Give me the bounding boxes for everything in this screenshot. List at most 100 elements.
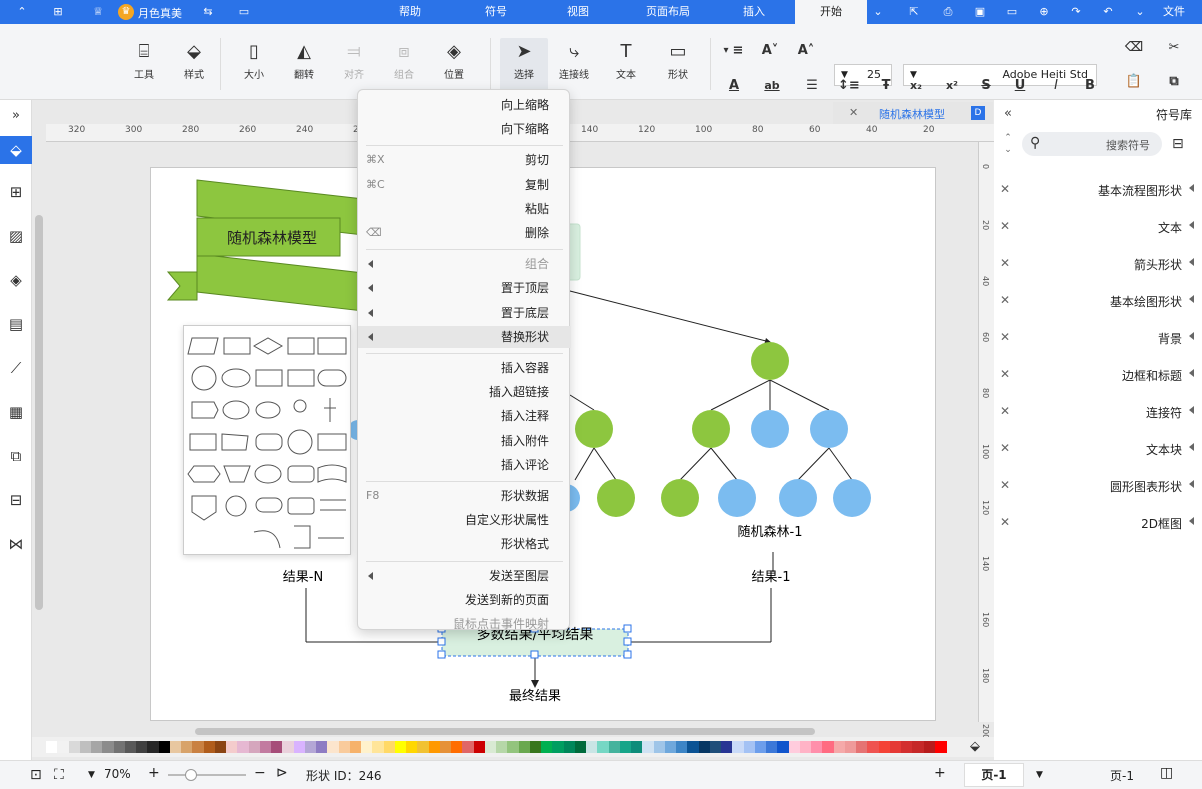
redo-icon[interactable]: ↷: [1068, 4, 1084, 20]
palette-swatch[interactable]: [214, 741, 227, 753]
palette-swatch[interactable]: [552, 741, 565, 753]
tree-node-blue[interactable]: [833, 479, 871, 517]
palette-swatch[interactable]: [597, 741, 610, 753]
context-menu-item[interactable]: 鼠标点击事件映射: [358, 613, 571, 635]
zoom-slider-knob[interactable]: [185, 769, 197, 781]
close-category-icon[interactable]: ✕: [1000, 256, 1010, 270]
context-menu-item[interactable]: 删除 ⌫: [358, 222, 571, 244]
library-category[interactable]: ✕ 连接符: [994, 394, 1202, 431]
tab-file[interactable]: 文件: [1150, 0, 1198, 24]
library-category[interactable]: ✕ 边框和标题: [994, 357, 1202, 394]
context-menu-item[interactable]: 替换形状: [358, 325, 571, 348]
palette-swatch[interactable]: [248, 741, 261, 753]
palette-swatch[interactable]: [631, 741, 643, 753]
paste-icon[interactable]: 📋: [1124, 72, 1144, 92]
palette-swatch[interactable]: [473, 741, 486, 753]
context-menu-item[interactable]: 插入注释: [358, 405, 571, 427]
palette-swatch[interactable]: [799, 741, 812, 753]
library-category[interactable]: ✕ 背景: [994, 320, 1202, 357]
palette-swatch[interactable]: [574, 741, 587, 753]
palette-swatch[interactable]: [158, 741, 171, 753]
palette-swatch[interactable]: [147, 741, 160, 753]
palette-swatch[interactable]: [833, 741, 846, 753]
library-search-input[interactable]: ⚲ 搜索符号: [1022, 132, 1162, 156]
context-menu-item[interactable]: 向下缩略: [358, 118, 571, 140]
palette-swatch[interactable]: [383, 741, 396, 753]
tree-node-green[interactable]: [751, 342, 789, 380]
palette-swatch[interactable]: [653, 741, 666, 753]
palette-swatch[interactable]: [518, 741, 531, 753]
palette-swatch[interactable]: [282, 741, 295, 753]
context-menu-item[interactable]: 形状格式: [358, 533, 571, 555]
close-category-icon[interactable]: ✕: [1000, 182, 1010, 196]
library-category[interactable]: ✕ 2D框图: [994, 505, 1202, 542]
palette-swatch[interactable]: [811, 741, 823, 753]
close-category-icon[interactable]: ✕: [1000, 330, 1010, 344]
undo-icon[interactable]: ↶: [1100, 4, 1116, 20]
palette-swatch[interactable]: [529, 741, 542, 753]
palette-swatch[interactable]: [417, 741, 430, 753]
close-category-icon[interactable]: ✕: [1000, 478, 1010, 492]
palette-swatch[interactable]: [619, 741, 632, 753]
palette-swatch[interactable]: [822, 741, 835, 753]
palette-swatch[interactable]: [372, 741, 385, 753]
copy-icon[interactable]: ⧉: [1164, 72, 1184, 92]
tree-node-green[interactable]: [575, 410, 613, 448]
palette-swatch[interactable]: [923, 741, 936, 753]
palette-swatch[interactable]: [698, 741, 711, 753]
palette-swatch[interactable]: [237, 741, 250, 753]
context-menu-item[interactable]: 发送至图层: [358, 565, 571, 587]
context-menu-item[interactable]: 组合: [358, 253, 571, 275]
palette-swatch[interactable]: [934, 741, 947, 753]
palette-swatch[interactable]: [338, 741, 351, 753]
palette-swatch[interactable]: [316, 741, 328, 753]
palette-swatch[interactable]: [867, 741, 880, 753]
tree-node-blue[interactable]: [751, 410, 789, 448]
context-menu-item[interactable]: 自定义形状属性: [358, 509, 571, 531]
context-menu-item[interactable]: 向上缩略: [358, 94, 571, 116]
palette-swatch[interactable]: [766, 741, 778, 753]
close-category-icon[interactable]: ✕: [1000, 367, 1010, 381]
context-menu-item[interactable]: 复制 ⌘C: [358, 174, 571, 196]
palette-swatch[interactable]: [113, 741, 126, 753]
palette-swatch[interactable]: [496, 741, 508, 753]
page-selector[interactable]: 页-1: [1110, 767, 1134, 784]
context-menu-item[interactable]: 置于底层: [358, 302, 571, 324]
page-dropdown-icon[interactable]: ▼: [1036, 770, 1043, 780]
close-category-icon[interactable]: ✕: [1000, 515, 1010, 529]
close-category-icon[interactable]: ✕: [1000, 441, 1010, 455]
context-menu-item[interactable]: 形状数据 F8: [358, 485, 571, 507]
library-category[interactable]: ✕ 文本块: [994, 431, 1202, 468]
context-menu-item[interactable]: 置于顶层: [358, 277, 571, 299]
palette-swatch[interactable]: [57, 741, 70, 753]
palette-swatch[interactable]: [361, 741, 373, 753]
add-page-icon[interactable]: +: [934, 765, 946, 781]
palette-swatch[interactable]: [721, 741, 733, 753]
palette-swatch[interactable]: [271, 741, 283, 753]
context-menu-item[interactable]: 粘贴: [358, 198, 571, 220]
palette-swatch[interactable]: [327, 741, 340, 753]
palette-swatch[interactable]: [428, 741, 441, 753]
palette-swatch[interactable]: [192, 741, 205, 753]
palette-swatch[interactable]: [102, 741, 115, 753]
zoom-in-icon[interactable]: +: [148, 765, 160, 781]
tree-node-blue[interactable]: [718, 479, 756, 517]
palette-swatch[interactable]: [586, 741, 598, 753]
undo-dropdown-icon[interactable]: ⌄: [1132, 4, 1148, 20]
palette-swatch[interactable]: [226, 741, 238, 753]
palette-swatch[interactable]: [259, 741, 272, 753]
palette-swatch[interactable]: [124, 741, 137, 753]
palette-swatch[interactable]: [732, 741, 745, 753]
zoom-out-icon[interactable]: −: [254, 765, 266, 781]
palette-swatch[interactable]: [304, 741, 317, 753]
palette-swatch[interactable]: [844, 741, 857, 753]
new-file-icon[interactable]: ⊕: [1036, 4, 1052, 20]
context-menu-item[interactable]: 发送到新的页面: [358, 589, 571, 611]
palette-swatch[interactable]: [901, 741, 913, 753]
palette-swatch[interactable]: [136, 741, 148, 753]
palette-swatch[interactable]: [181, 741, 193, 753]
palette-swatch[interactable]: [203, 741, 216, 753]
context-menu-item[interactable]: 剪切 ⌘X: [358, 149, 571, 171]
context-menu-item[interactable]: 插入附件: [358, 430, 571, 452]
library-category[interactable]: ✕ 箭头形状: [994, 246, 1202, 283]
